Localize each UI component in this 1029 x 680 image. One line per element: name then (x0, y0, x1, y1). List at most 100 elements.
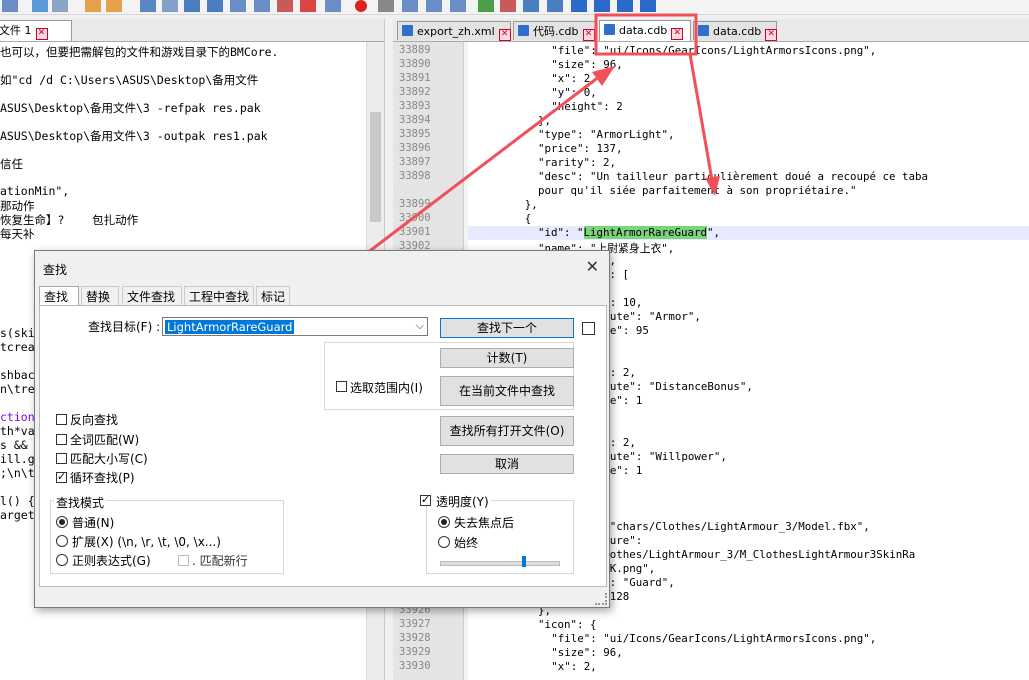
tab-label: 代码.cdb (533, 25, 579, 38)
backward-label: 反向查找 (70, 413, 119, 427)
close-icon[interactable]: ✕ (586, 257, 599, 276)
play-multi-button[interactable] (426, 0, 442, 12)
find-all-open-files-button[interactable]: 查找所有打开文件(O) (440, 416, 574, 446)
toolbar-button[interactable] (478, 0, 494, 12)
code-line: "icon": { (538, 618, 597, 631)
resize-grip-icon[interactable] (595, 593, 607, 605)
wrap-around-checkbox[interactable] (56, 470, 67, 483)
close-tab-icon[interactable]: ✕ (498, 29, 511, 41)
code-line: "file": "ui/Icons/GearIcons/LightArmorsI… (551, 632, 877, 645)
in-selection-checkbox[interactable] (336, 381, 347, 392)
line-number: 33899 (399, 198, 431, 210)
close-tab-icon[interactable]: ✕ (671, 28, 684, 40)
trans-always-radio[interactable] (438, 536, 450, 548)
find-next-button[interactable]: 查找下一个 (440, 318, 574, 338)
line-number: 33927 (399, 618, 431, 630)
toolbar-button[interactable] (230, 0, 246, 12)
tab-label: data.cdb (619, 24, 668, 37)
find-next-checkbox[interactable] (582, 322, 595, 335)
tab-data-cdb-active[interactable]: data.cdb ✕ (599, 20, 691, 41)
code-line: { (524, 212, 532, 225)
count-button[interactable]: 计数(T) (440, 348, 574, 368)
left-code-line: n\tre (0, 382, 35, 396)
line-number: 33928 (399, 632, 431, 644)
toolbar-button[interactable] (162, 0, 178, 12)
toolbar-button[interactable] (207, 0, 223, 12)
record-button[interactable] (355, 0, 367, 12)
left-code-line: ASUS\Desktop\备用文件\3 -outpak res1.pak (0, 129, 268, 143)
stop-button[interactable] (378, 0, 394, 12)
save-icon (402, 25, 413, 36)
tab-find-in-project[interactable]: 工程中查找 (184, 286, 254, 306)
toolbar-button[interactable] (300, 0, 316, 12)
match-case-label: 匹配大小写(C) (70, 452, 148, 466)
toolbar-button[interactable] (594, 0, 610, 12)
tab-replace[interactable]: 替换 (81, 286, 119, 306)
tab-export-zh-xml[interactable]: export_zh.xml ✕ (397, 21, 511, 41)
tab-mark[interactable]: 标记 (256, 286, 290, 306)
match-case-checkbox[interactable] (56, 453, 67, 464)
left-code-line: th*va (0, 424, 35, 438)
toolbar-button[interactable] (325, 0, 341, 12)
left-code-line: 如"cd /d C:\Users\ASUS\Desktop\备用文件 (0, 73, 259, 87)
toolbar-button[interactable] (106, 0, 122, 12)
mode-extended-label: 扩展(X) (\n, \r, \t, \0, \x...) (72, 535, 221, 549)
line-number: 33891 (399, 72, 431, 84)
trans-lose-focus-radio[interactable] (438, 516, 450, 528)
toolbar-button[interactable] (85, 0, 101, 12)
toolbar-button[interactable] (184, 0, 200, 12)
code-line: }, (524, 198, 538, 211)
trans-lose-focus-label: 失去焦点后 (454, 516, 515, 530)
mode-normal-radio[interactable] (56, 516, 68, 528)
close-tab-icon[interactable]: ✕ (765, 29, 778, 41)
toolbar-button[interactable] (500, 0, 516, 12)
left-code-line: l() { (0, 494, 35, 508)
find-input[interactable]: LightArmorRareGuard ⌵ (162, 317, 428, 336)
backward-checkbox[interactable] (56, 414, 67, 425)
toolbar-button[interactable] (277, 0, 293, 12)
transparency-slider-thumb[interactable] (522, 556, 526, 567)
tab-code-cdb[interactable]: 代码.cdb ✕ (513, 21, 597, 41)
toolbar-button[interactable] (523, 0, 539, 12)
save-macro-button[interactable] (450, 0, 466, 12)
tab-find[interactable]: 查找 (39, 286, 79, 306)
play-button[interactable] (402, 0, 418, 12)
line-number: 33901 (399, 226, 431, 238)
line-number: 33929 (399, 646, 431, 658)
line-number: 33900 (399, 212, 431, 224)
toolbar-button[interactable] (571, 0, 587, 12)
match-newline-checkbox[interactable] (178, 555, 189, 566)
find-in-current-file-button[interactable]: 在当前文件中查找 (440, 376, 574, 406)
toolbar-button[interactable] (32, 0, 48, 12)
mode-extended-radio[interactable] (56, 535, 68, 547)
scrollbar-thumb[interactable] (370, 112, 381, 222)
tab-data-cdb[interactable]: data.cdb ✕ (693, 21, 778, 41)
cancel-button[interactable]: 取消 (440, 454, 574, 474)
chevron-down-icon[interactable]: ⌵ (416, 319, 424, 333)
close-tab-icon[interactable]: ✕ (582, 29, 595, 41)
toolbar-button[interactable] (640, 0, 656, 12)
mode-regex-radio[interactable] (56, 554, 68, 566)
toolbar-button[interactable] (547, 0, 563, 12)
toolbar-button[interactable] (617, 0, 633, 12)
whole-word-checkbox[interactable] (56, 434, 67, 445)
in-selection-label: 选取范围内(I) (350, 381, 423, 395)
toolbar-button[interactable] (140, 0, 156, 12)
line-number: 33896 (399, 142, 431, 154)
toolbar-button[interactable] (2, 0, 18, 12)
code-line: "height": 2 (551, 100, 623, 113)
transparency-checkbox[interactable] (420, 493, 431, 506)
whole-word-label: 全词匹配(W) (70, 433, 140, 447)
line-number: 33930 (399, 660, 431, 672)
toolbar-button[interactable] (254, 0, 270, 12)
close-tab-icon[interactable]: ✕ (35, 28, 48, 40)
left-code-line: shbac (0, 368, 35, 382)
transparency-slider-track[interactable] (440, 561, 560, 566)
toolbar (0, 0, 1029, 15)
left-code-line: ;\n\t (0, 466, 35, 480)
tab-file-1[interactable]: 文件 1 ✕ (0, 20, 72, 41)
tab-find-in-files[interactable]: 文件查找 (122, 286, 182, 306)
save-icon (604, 24, 615, 35)
toolbar-button[interactable] (52, 0, 68, 12)
save-icon (518, 25, 529, 36)
